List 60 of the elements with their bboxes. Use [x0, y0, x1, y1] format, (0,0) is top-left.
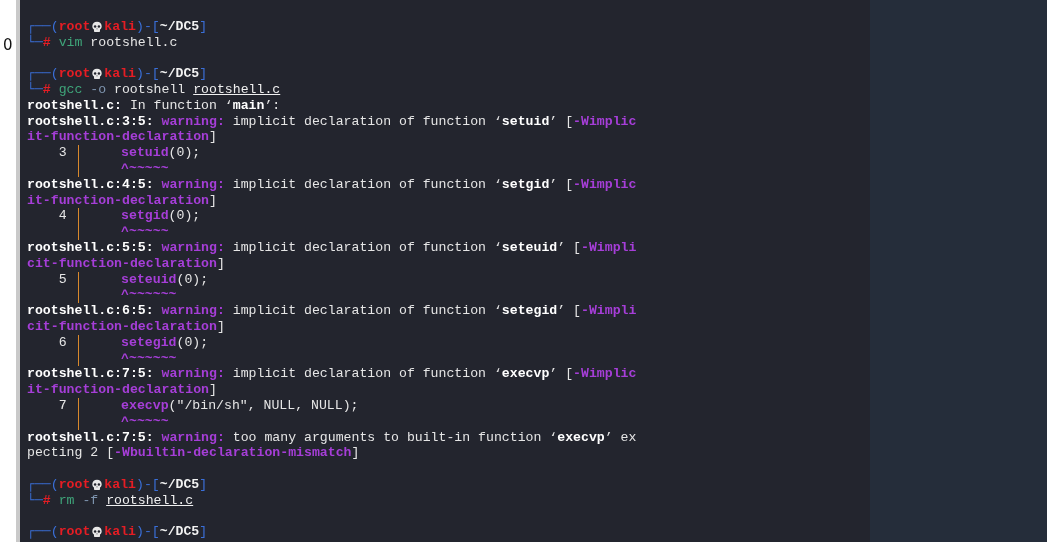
skull-icon: [91, 20, 104, 33]
prompt-text: kali: [104, 476, 136, 493]
source-code: setuid(0);: [121, 145, 201, 161]
prompt-text: )-[: [135, 18, 160, 35]
prompt-text: ]: [199, 476, 208, 493]
compiler-message: pecting 2 [-Wbuiltin-declaration-mismatch]: [27, 445, 360, 462]
prompt-text: ~/DC5: [159, 476, 200, 493]
prompt-text: ┌──(: [27, 524, 59, 541]
compiler-message: it-function-declaration]: [27, 129, 217, 146]
skull-icon: [91, 478, 104, 491]
error-marker: ^~~~~~~: [121, 350, 177, 367]
prompt-text: ~/DC5: [159, 524, 200, 541]
line-number: 7: [57, 397, 67, 414]
command-line: └─# rm -f rootshell.c: [27, 492, 194, 509]
prompt-text: ~/DC5: [159, 18, 200, 35]
prompt-text: root: [58, 524, 91, 541]
skull-icon: [91, 526, 104, 539]
compiler-message: rootshell.c:7:5: warning: implicit declaration of function ‘execvp’ [-Wimplic: [27, 366, 637, 383]
source-code: setegid(0);: [121, 334, 209, 351]
prompt-text: )-[: [135, 66, 160, 82]
command-line: └─# vim rootshell.c: [27, 34, 178, 51]
line-number: 4: [57, 208, 67, 225]
prompt-text: )-[: [135, 476, 160, 493]
prompt-text: ┌──(: [27, 18, 59, 35]
prompt-text: ┌──(: [27, 476, 59, 493]
error-marker: ^~~~~~: [121, 224, 169, 240]
compiler-message: rootshell.c:7:5: warning: too many arguments to built-in function ‘execvp’ ex: [27, 429, 637, 446]
source-code: seteuid(0);: [121, 271, 209, 288]
compiler-message: it-function-declaration]: [27, 382, 217, 398]
compiler-message: cit-function-declaration]: [27, 318, 225, 335]
prompt-text: ]: [199, 18, 208, 35]
compiler-message: rootshell.c:4:5: warning: implicit declaration of function ‘setgid’ [-Wimplic: [27, 176, 637, 193]
compiler-message: it-function-declaration]: [27, 192, 217, 209]
prompt-text: ┌──(: [27, 66, 59, 82]
prompt-text: root: [58, 66, 91, 82]
prompt-text: kali: [104, 66, 136, 82]
compiler-message: rootshell.c:5:5: warning: implicit declaration of function ‘seteuid’ [-Wimpli: [27, 239, 637, 256]
error-marker: ^~~~~~: [121, 160, 169, 177]
prompt-text: ]: [199, 66, 208, 82]
line-number: 6: [57, 334, 67, 351]
margin-number: 0: [2, 36, 14, 54]
command-line: └─# gcc -o rootshell rootshell.c: [27, 82, 281, 98]
error-marker: ^~~~~~~: [121, 287, 177, 304]
compiler-message: rootshell.c:3:5: warning: implicit declaration of function ‘setuid’ [-Wimplic: [27, 113, 637, 130]
compiler-message: rootshell.c:6:5: warning: implicit declaration of function ‘setegid’ [-Wimpli: [27, 303, 637, 319]
prompt-text: ]: [199, 524, 208, 541]
prompt-text: kali: [104, 524, 136, 541]
prompt-text: )-[: [135, 524, 160, 541]
prompt-text: root: [58, 476, 91, 493]
compiler-message: cit-function-declaration]: [27, 255, 225, 272]
source-code: execvp("/bin/sh", NULL, NULL);: [121, 397, 359, 414]
prompt-text: root: [58, 18, 91, 35]
compiler-message: rootshell.c: In function ‘main’:: [27, 97, 281, 114]
skull-icon: [91, 68, 104, 81]
prompt-text: ~/DC5: [159, 66, 200, 82]
source-code: setgid(0);: [121, 208, 201, 225]
line-number: 5: [57, 271, 67, 288]
line-number: 3: [57, 145, 67, 161]
prompt-text: kali: [104, 18, 136, 35]
error-marker: ^~~~~~: [121, 413, 169, 430]
